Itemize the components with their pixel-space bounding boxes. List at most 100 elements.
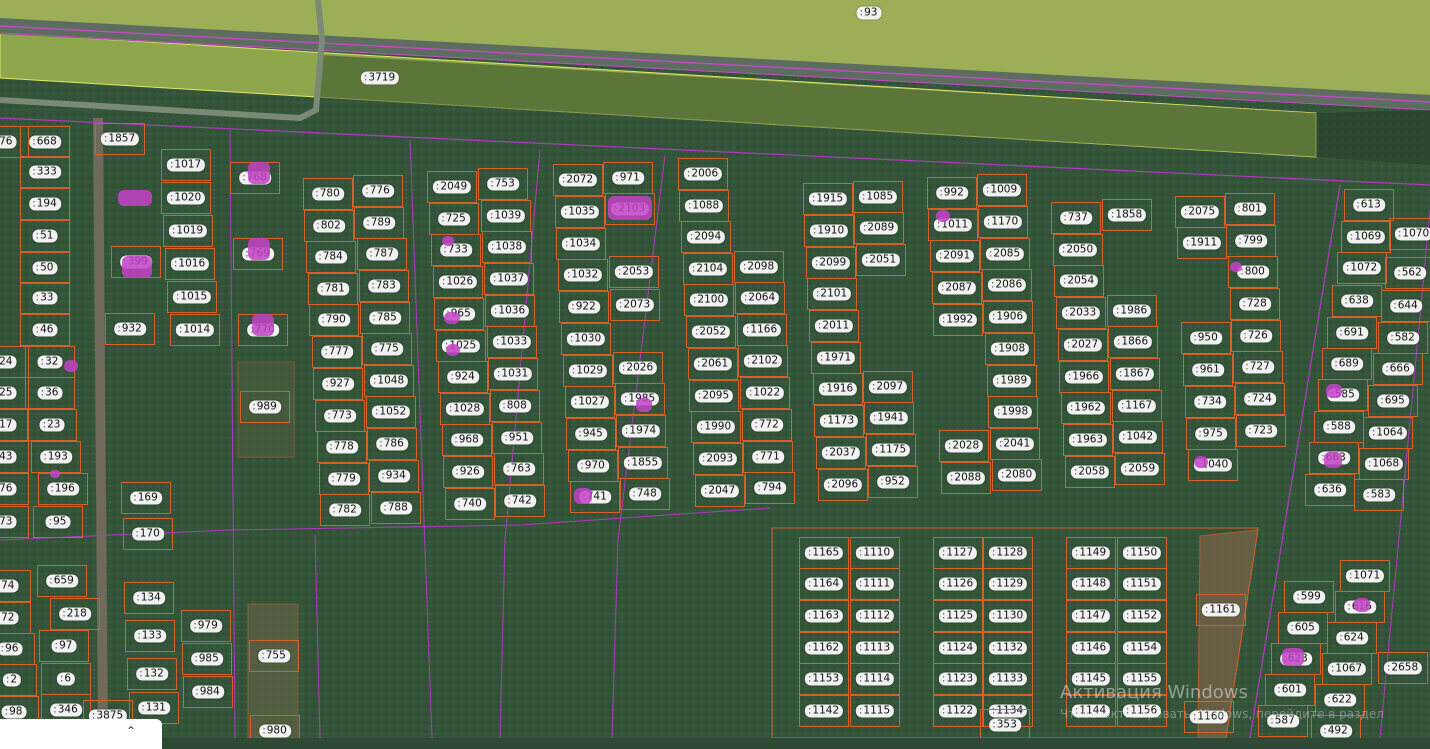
parcel-number-label[interactable]: 926	[452, 465, 484, 479]
parcel-number-label[interactable]: 794	[754, 481, 786, 495]
parcel-number-label[interactable]: 777	[321, 345, 353, 359]
parcel-number-label[interactable]: 1033	[492, 335, 532, 349]
parcel-number-label[interactable]: 2064	[740, 291, 780, 305]
parcel-number-label[interactable]: 783	[368, 279, 400, 293]
parcel-number-label[interactable]: 927	[322, 377, 354, 391]
parcel-number-label[interactable]: 1068	[1364, 457, 1404, 471]
parcel-number-label[interactable]: 73	[0, 515, 17, 529]
parcel-number-label[interactable]: 1088	[684, 199, 724, 213]
parcel-number-label[interactable]: 748	[629, 487, 661, 501]
parcel-number-label[interactable]: 1030	[566, 332, 606, 346]
parcel-number-label[interactable]: 771	[752, 450, 784, 464]
parcel-number-label[interactable]: 2098	[739, 260, 779, 274]
parcel-number-label[interactable]: 772	[751, 418, 783, 432]
parcel-number-label[interactable]: 1036	[490, 304, 530, 318]
parcel-number-label[interactable]: 1167	[1117, 399, 1157, 413]
parcel-number-label[interactable]: 753	[487, 177, 519, 191]
parcel-number-label[interactable]: 1963	[1068, 433, 1108, 447]
parcel-number-label[interactable]: 1152	[1122, 609, 1162, 623]
parcel-number-label[interactable]: 2061	[693, 357, 733, 371]
parcel-number-label[interactable]: 1132	[988, 641, 1028, 655]
parcel-number-label[interactable]: 786	[376, 437, 408, 451]
parcel-number-label[interactable]: 689	[1331, 357, 1363, 371]
parcel-number-label[interactable]: 808	[499, 399, 531, 413]
parcel-number-label[interactable]: 3719	[360, 71, 400, 85]
cadastral-map[interactable]: 9337197666833319451503346323623193196952…	[0, 0, 1430, 738]
parcel-number-label[interactable]: 583	[1363, 488, 1395, 502]
parcel-number-label[interactable]: 636	[1314, 483, 1346, 497]
parcel-number-label[interactable]: 1866	[1113, 335, 1153, 349]
parcel-number-label[interactable]: 1165	[804, 546, 844, 560]
parcel-number-label[interactable]: 971	[612, 171, 644, 185]
parcel-number-label[interactable]: 2658	[1383, 661, 1423, 675]
parcel-number-label[interactable]: 1166	[742, 323, 782, 337]
parcel-number-label[interactable]: 588	[1323, 420, 1355, 434]
parcel-number-label[interactable]: 950	[1190, 331, 1222, 345]
parcel-number-label[interactable]: 95	[45, 515, 71, 529]
parcel-number-label[interactable]: 1154	[1122, 641, 1162, 655]
parcel-number-label[interactable]: 133	[134, 629, 166, 643]
parcel-number-label[interactable]: 2104	[688, 262, 728, 276]
parcel-number-label[interactable]: 134	[133, 591, 165, 605]
parcel-number-label[interactable]: 2047	[700, 484, 740, 498]
parcel-number-label[interactable]: 668	[29, 135, 61, 149]
parcel-number-label[interactable]: 1019	[168, 224, 208, 238]
parcel-number-label[interactable]: 1150	[1122, 546, 1162, 560]
parcel-number-label[interactable]: 1122	[938, 704, 978, 718]
parcel-number-label[interactable]: 1173	[819, 414, 859, 428]
parcel-number-label[interactable]: 1113	[855, 641, 895, 655]
parcel-number-label[interactable]: 742	[504, 494, 536, 508]
parcel-number-label[interactable]: 2027	[1063, 338, 1103, 352]
parcel-number-label[interactable]: 2	[2, 673, 22, 687]
parcel-number-label[interactable]: 970	[577, 459, 609, 473]
parcel-number-label[interactable]: 1110	[855, 546, 895, 560]
parcel-number-label[interactable]: 1123	[938, 672, 978, 686]
parcel-number-label[interactable]: 951	[501, 431, 533, 445]
parcel-number-label[interactable]: 1027	[570, 395, 610, 409]
parcel-number-label[interactable]: 1986	[1112, 304, 1152, 318]
parcel-number-label[interactable]: 984	[192, 685, 224, 699]
parcel-number-label[interactable]: 353	[989, 718, 1021, 732]
parcel-number-label[interactable]: 2026	[618, 361, 658, 375]
parcel-number-label[interactable]: 785	[369, 311, 401, 325]
parcel-number-label[interactable]: 17	[0, 418, 17, 432]
parcel-number-label[interactable]: 644	[1390, 299, 1422, 313]
parcel-number-label[interactable]: 46	[32, 323, 58, 337]
parcel-number-label[interactable]: 25	[0, 386, 17, 400]
parcel-number-label[interactable]: 2087	[937, 281, 977, 295]
parcel-number-label[interactable]: 1858	[1107, 208, 1147, 222]
parcel-number-label[interactable]: 726	[1240, 329, 1272, 343]
parcel-number-label[interactable]: 1124	[938, 641, 978, 655]
parcel-number-label[interactable]: 50	[32, 261, 58, 275]
parcel-number-label[interactable]: 218	[59, 607, 91, 621]
parcel-number-label[interactable]: 194	[29, 197, 61, 211]
parcel-number-label[interactable]: 985	[191, 652, 223, 666]
parcel-number-label[interactable]: 1112	[855, 609, 895, 623]
parcel-number-label[interactable]: 1149	[1071, 546, 1111, 560]
parcel-number-label[interactable]: 1016	[170, 257, 210, 271]
parcel-number-label[interactable]: 755	[258, 649, 290, 663]
parcel-number-label[interactable]: 924	[447, 370, 479, 384]
parcel-number-label[interactable]: 605	[1287, 621, 1319, 635]
parcel-number-label[interactable]: 624	[1336, 631, 1368, 645]
parcel-number-label[interactable]: 2086	[987, 278, 1027, 292]
parcel-number-label[interactable]: 979	[190, 619, 222, 633]
parcel-number-label[interactable]: 725	[438, 212, 470, 226]
parcel-number-label[interactable]: 1990	[696, 420, 736, 434]
parcel-number-label[interactable]: 961	[1192, 363, 1224, 377]
parcel-number-label[interactable]: 2051	[861, 253, 901, 267]
parcel-number-label[interactable]: 1133	[988, 672, 1028, 686]
parcel-number-label[interactable]: 1031	[493, 367, 533, 381]
parcel-number-label[interactable]: 1908	[990, 342, 1030, 356]
parcel-number-label[interactable]: 1989	[992, 374, 1032, 388]
parcel-number-label[interactable]: 1129	[988, 577, 1028, 591]
parcel-number-label[interactable]: 1857	[100, 132, 140, 146]
parcel-number-label[interactable]: 932	[114, 322, 146, 336]
parcel-number-label[interactable]: 1035	[560, 205, 600, 219]
parcel-number-label[interactable]: 1911	[1182, 236, 1222, 250]
parcel-number-label[interactable]: 778	[326, 440, 358, 454]
parcel-number-label[interactable]: 945	[575, 427, 607, 441]
parcel-number-label[interactable]: 784	[315, 250, 347, 264]
parcel-number-label[interactable]: 1071	[1345, 569, 1385, 583]
parcel-number-label[interactable]: 802	[313, 219, 345, 233]
